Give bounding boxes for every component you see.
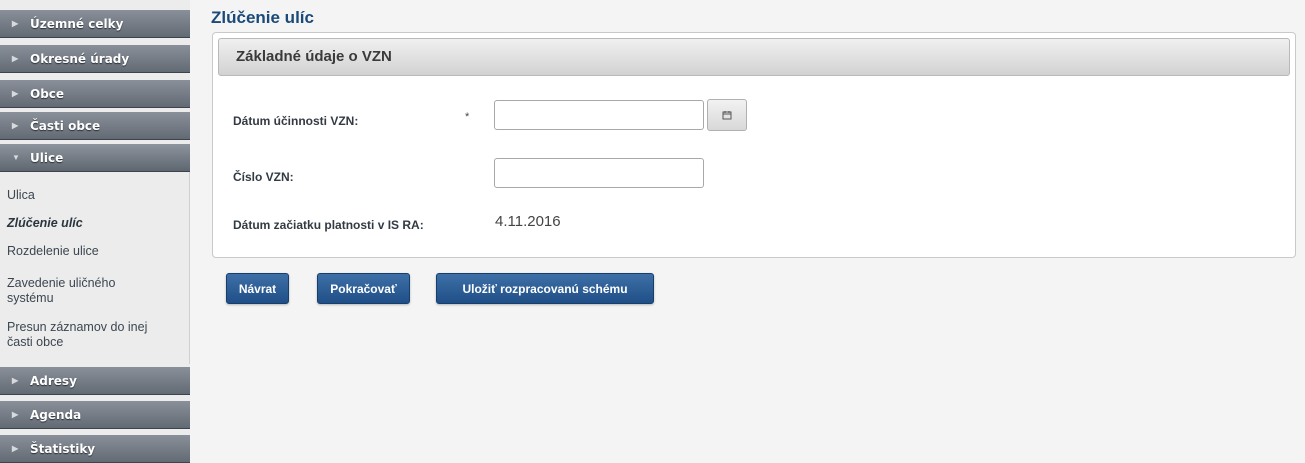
sidebar-section-label: Adresy bbox=[30, 373, 77, 388]
sidebar-section-obce[interactable]: ▶ Obce bbox=[0, 80, 190, 108]
sidebar-section-label: Agenda bbox=[30, 407, 82, 422]
sidebar-section-uzemne-celky[interactable]: ▶ Územné celky bbox=[0, 10, 190, 38]
chevron-right-icon: ▶ bbox=[12, 376, 19, 385]
sidebar-section-adresy[interactable]: ▶ Adresy bbox=[0, 367, 190, 395]
sidebar-section-label: Okresné úrady bbox=[30, 51, 130, 66]
panel-title: Základné údaje o VZN bbox=[236, 48, 392, 65]
calendar-button[interactable] bbox=[707, 99, 747, 131]
back-button[interactable]: Návrat bbox=[226, 273, 289, 304]
sidebar-section-label: Štatistiky bbox=[30, 441, 96, 456]
save-draft-button[interactable]: Uložiť rozpracovanú schému bbox=[436, 273, 654, 304]
submenu-item-rozdelenie-ulice[interactable]: Rozdelenie ulice bbox=[7, 244, 182, 259]
chevron-right-icon: ▶ bbox=[12, 89, 19, 98]
sidebar-section-casti-obce[interactable]: ▶ Časti obce bbox=[0, 112, 190, 140]
vzn-number-label: Číslo VZN: bbox=[233, 170, 294, 184]
sidebar-section-label: Územné celky bbox=[30, 16, 124, 31]
panel-header: Základné údaje o VZN bbox=[218, 38, 1290, 76]
vzn-number-input[interactable] bbox=[494, 158, 704, 188]
continue-button[interactable]: Pokračovať bbox=[317, 273, 410, 304]
sidebar-section-label: Časti obce bbox=[30, 118, 101, 133]
submenu-item-ulica[interactable]: Ulica bbox=[7, 188, 182, 203]
effective-date-label: Dátum účinnosti VZN: bbox=[233, 114, 359, 128]
chevron-right-icon: ▶ bbox=[12, 444, 19, 453]
validity-start-value: 4.11.2016 bbox=[495, 213, 561, 230]
vzn-form-panel: Základné údaje o VZN Dátum účinnosti VZN… bbox=[212, 32, 1296, 258]
submenu-item-presun-zaznamov[interactable]: Presun záznamov do inej časti obce bbox=[7, 320, 167, 350]
effective-date-input[interactable] bbox=[494, 100, 704, 130]
sidebar-section-statistiky[interactable]: ▶ Štatistiky bbox=[0, 435, 190, 463]
required-mark: * bbox=[465, 111, 470, 123]
sidebar-section-ulice[interactable]: ▼ Ulice bbox=[0, 144, 190, 172]
chevron-right-icon: ▶ bbox=[12, 410, 19, 419]
chevron-down-icon: ▼ bbox=[12, 153, 20, 162]
validity-start-label: Dátum začiatku platnosti v IS RA: bbox=[233, 218, 424, 232]
sidebar: ▶ Územné celky ▶ Okresné úrady ▶ Obce ▶ … bbox=[0, 0, 190, 463]
submenu-item-zlucenie-ulic[interactable]: Zlúčenie ulíc bbox=[7, 216, 182, 231]
sidebar-section-agenda[interactable]: ▶ Agenda bbox=[0, 401, 190, 429]
ulice-submenu: Ulica Zlúčenie ulíc Rozdelenie ulice Zav… bbox=[0, 172, 190, 364]
chevron-right-icon: ▶ bbox=[12, 54, 19, 63]
chevron-right-icon: ▶ bbox=[12, 19, 19, 28]
chevron-right-icon: ▶ bbox=[12, 121, 19, 130]
submenu-item-zavedenie-ulicneho-systemu[interactable]: Zavedenie uličného systému bbox=[7, 276, 157, 306]
calendar-icon bbox=[722, 110, 732, 120]
sidebar-section-okresne-urady[interactable]: ▶ Okresné úrady bbox=[0, 45, 190, 73]
sidebar-section-label: Obce bbox=[30, 86, 65, 101]
page-title: Zlúčenie ulíc bbox=[211, 8, 314, 27]
sidebar-section-label: Ulice bbox=[30, 150, 64, 165]
